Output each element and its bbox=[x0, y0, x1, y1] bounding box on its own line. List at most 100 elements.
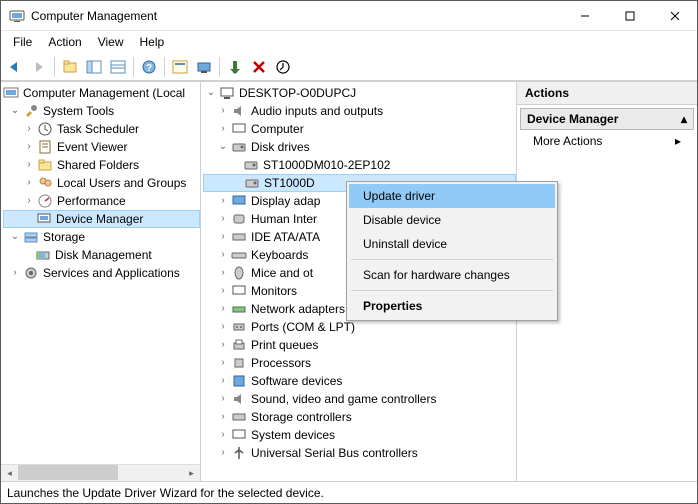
delete-button[interactable] bbox=[248, 56, 270, 78]
tree-item-label: Local Users and Groups bbox=[57, 174, 186, 192]
expand-icon[interactable]: › bbox=[217, 318, 229, 336]
device-item-label: ST1000DM010-2EP102 bbox=[263, 156, 390, 174]
show-hide-tree-button[interactable] bbox=[83, 56, 105, 78]
toolbar-separator bbox=[54, 57, 55, 77]
system-icon bbox=[231, 427, 247, 443]
expand-icon[interactable]: › bbox=[217, 426, 229, 444]
more-actions[interactable]: More Actions ▸ bbox=[517, 130, 697, 152]
ctx-separator bbox=[351, 259, 553, 260]
device-item-label: Computer bbox=[251, 120, 304, 138]
svg-text:?: ? bbox=[146, 63, 152, 74]
device-item-label: Sound, video and game controllers bbox=[251, 390, 436, 408]
device-item-label: Network adapters bbox=[251, 300, 345, 318]
expand-icon[interactable]: › bbox=[23, 138, 35, 156]
tree-item-label: Event Viewer bbox=[57, 138, 127, 156]
menu-file[interactable]: File bbox=[5, 33, 40, 51]
device-item-label: Ports (COM & LPT) bbox=[251, 318, 355, 336]
device-item-label: System devices bbox=[251, 426, 335, 444]
expand-icon[interactable]: › bbox=[217, 354, 229, 372]
ctx-uninstall-device[interactable]: Uninstall device bbox=[349, 232, 555, 256]
up-button[interactable] bbox=[59, 56, 81, 78]
folder-icon bbox=[37, 157, 53, 173]
forward-button[interactable] bbox=[28, 56, 50, 78]
expand-icon[interactable]: › bbox=[217, 444, 229, 462]
more-actions-label: More Actions bbox=[533, 134, 602, 148]
menu-help[interactable]: Help bbox=[132, 33, 173, 51]
expand-icon[interactable]: › bbox=[217, 264, 229, 282]
computer-icon bbox=[219, 85, 235, 101]
collapse-icon[interactable]: ⌄ bbox=[9, 228, 21, 246]
expand-icon[interactable]: › bbox=[217, 390, 229, 408]
device-item-label: Monitors bbox=[251, 282, 297, 300]
device-item-label: IDE ATA/ATA bbox=[251, 228, 320, 246]
services-icon bbox=[23, 265, 39, 281]
collapse-icon[interactable]: ⌄ bbox=[9, 102, 21, 120]
expand-icon[interactable]: › bbox=[217, 120, 229, 138]
expand-icon[interactable]: › bbox=[217, 336, 229, 354]
expand-icon[interactable]: › bbox=[217, 192, 229, 210]
audio-icon bbox=[231, 103, 247, 119]
expand-icon[interactable]: › bbox=[217, 408, 229, 426]
properties-button[interactable] bbox=[107, 56, 129, 78]
console-tree[interactable]: Computer Management (Local ⌄System Tools… bbox=[1, 82, 200, 284]
close-button[interactable] bbox=[652, 1, 697, 30]
device-item-label: Universal Serial Bus controllers bbox=[251, 444, 418, 462]
expand-icon[interactable]: › bbox=[217, 246, 229, 264]
menu-action[interactable]: Action bbox=[40, 33, 89, 51]
collapse-icon: ▴ bbox=[681, 112, 687, 126]
users-icon bbox=[37, 175, 53, 191]
mmc-icon bbox=[3, 85, 19, 101]
scan-hardware-button[interactable] bbox=[193, 56, 215, 78]
tree-item-label: Disk Management bbox=[55, 246, 152, 264]
storage-icon bbox=[23, 229, 39, 245]
expand-icon[interactable]: › bbox=[23, 192, 35, 210]
enable-button[interactable] bbox=[224, 56, 246, 78]
device-item-label: Storage controllers bbox=[251, 408, 352, 426]
context-menu: Update driver Disable device Uninstall d… bbox=[346, 181, 558, 321]
expand-icon[interactable]: › bbox=[9, 264, 21, 282]
network-icon bbox=[231, 301, 247, 317]
tree-root-label: Computer Management (Local bbox=[23, 84, 185, 102]
expand-icon[interactable]: › bbox=[217, 210, 229, 228]
back-button[interactable] bbox=[4, 56, 26, 78]
expand-icon[interactable]: › bbox=[217, 282, 229, 300]
expand-icon[interactable]: › bbox=[23, 156, 35, 174]
collapse-icon[interactable]: ⌄ bbox=[205, 84, 217, 102]
disk-icon bbox=[243, 157, 259, 173]
collapse-icon[interactable]: ⌄ bbox=[217, 138, 229, 156]
toolbar-icon-button[interactable] bbox=[169, 56, 191, 78]
hid-icon bbox=[231, 211, 247, 227]
ctx-disable-device[interactable]: Disable device bbox=[349, 208, 555, 232]
status-bar: Launches the Update Driver Wizard for th… bbox=[1, 481, 697, 503]
expand-icon[interactable]: › bbox=[217, 372, 229, 390]
scroll-left-button[interactable]: ◂ bbox=[1, 465, 18, 481]
toolbar-separator bbox=[133, 57, 134, 77]
left-pane: Computer Management (Local ⌄System Tools… bbox=[1, 82, 201, 481]
ctx-scan-hardware[interactable]: Scan for hardware changes bbox=[349, 263, 555, 287]
ctx-update-driver[interactable]: Update driver bbox=[349, 184, 555, 208]
cpu-icon bbox=[231, 355, 247, 371]
expand-icon[interactable]: › bbox=[217, 300, 229, 318]
scroll-right-button[interactable]: ▸ bbox=[183, 465, 200, 481]
update-driver-button[interactable] bbox=[272, 56, 294, 78]
help-button[interactable]: ? bbox=[138, 56, 160, 78]
display-icon bbox=[231, 193, 247, 209]
actions-header: Actions bbox=[517, 82, 697, 105]
printer-icon bbox=[231, 337, 247, 353]
minimize-button[interactable] bbox=[562, 1, 607, 30]
expand-icon[interactable]: › bbox=[23, 120, 35, 138]
ide-icon bbox=[231, 229, 247, 245]
keyboard-icon bbox=[231, 247, 247, 263]
horizontal-scrollbar[interactable]: ◂ ▸ bbox=[1, 464, 200, 481]
window-buttons bbox=[562, 1, 697, 30]
maximize-button[interactable] bbox=[607, 1, 652, 30]
actions-section[interactable]: Device Manager ▴ bbox=[520, 108, 694, 130]
toolbar-separator bbox=[219, 57, 220, 77]
device-item-label: Human Inter bbox=[251, 210, 317, 228]
expand-icon[interactable]: › bbox=[217, 102, 229, 120]
expand-icon[interactable]: › bbox=[217, 228, 229, 246]
ctx-properties[interactable]: Properties bbox=[349, 294, 555, 318]
app-icon bbox=[9, 8, 25, 24]
menu-view[interactable]: View bbox=[90, 33, 132, 51]
expand-icon[interactable]: › bbox=[23, 174, 35, 192]
